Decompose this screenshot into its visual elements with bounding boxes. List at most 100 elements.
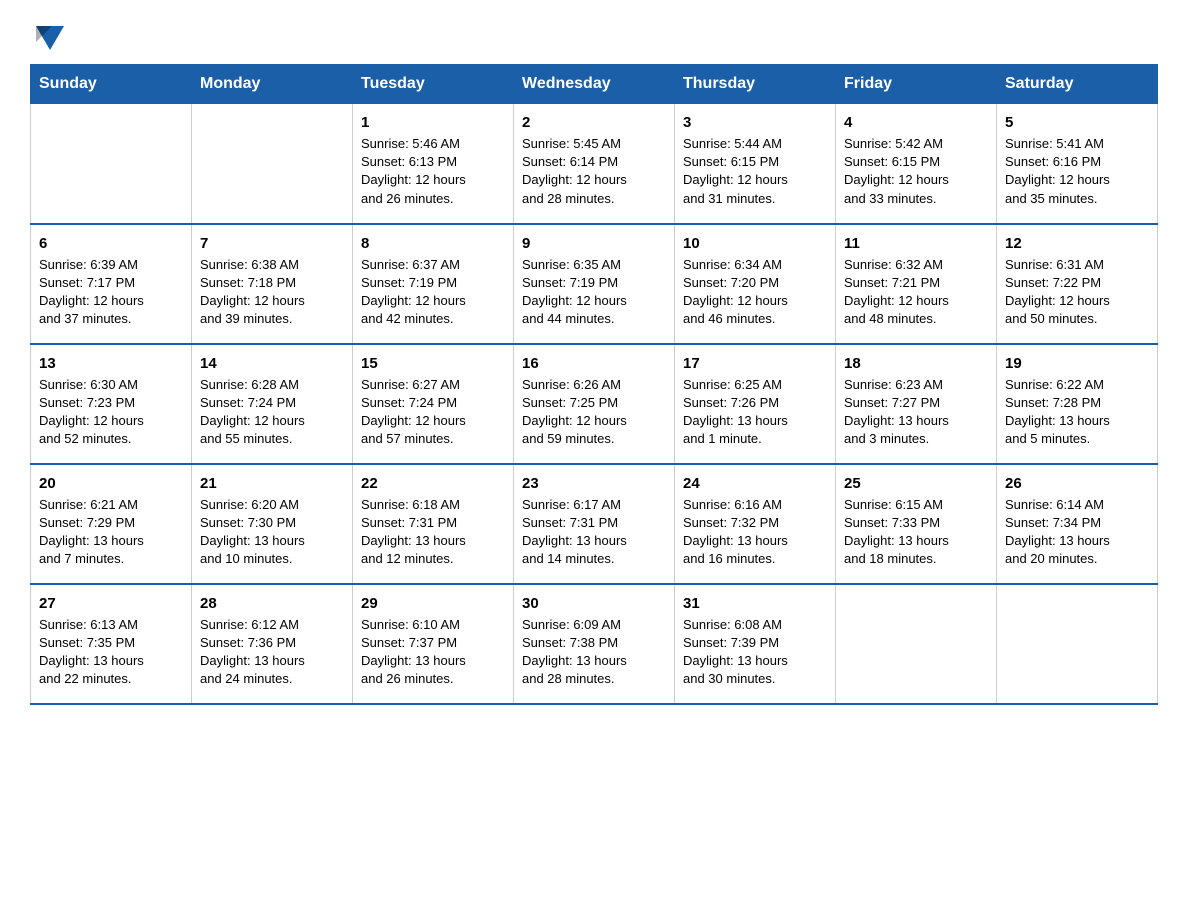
day-number: 17 [683,353,827,374]
day-number: 18 [844,353,988,374]
day-info: Sunrise: 6:35 AMSunset: 7:19 PMDaylight:… [522,256,666,329]
day-info: Sunrise: 6:20 AMSunset: 7:30 PMDaylight:… [200,496,344,569]
week-row-4: 20Sunrise: 6:21 AMSunset: 7:29 PMDayligh… [31,464,1158,584]
calendar-cell: 7Sunrise: 6:38 AMSunset: 7:18 PMDaylight… [192,224,353,344]
day-number: 31 [683,593,827,614]
calendar-cell [997,584,1158,704]
day-info: Sunrise: 6:08 AMSunset: 7:39 PMDaylight:… [683,616,827,689]
calendar-cell: 19Sunrise: 6:22 AMSunset: 7:28 PMDayligh… [997,344,1158,464]
calendar-table: SundayMondayTuesdayWednesdayThursdayFrid… [30,64,1158,705]
calendar-cell: 11Sunrise: 6:32 AMSunset: 7:21 PMDayligh… [836,224,997,344]
day-info: Sunrise: 6:30 AMSunset: 7:23 PMDaylight:… [39,376,183,449]
day-info: Sunrise: 6:38 AMSunset: 7:18 PMDaylight:… [200,256,344,329]
week-row-5: 27Sunrise: 6:13 AMSunset: 7:35 PMDayligh… [31,584,1158,704]
calendar-cell: 8Sunrise: 6:37 AMSunset: 7:19 PMDaylight… [353,224,514,344]
day-number: 4 [844,112,988,133]
day-info: Sunrise: 6:09 AMSunset: 7:38 PMDaylight:… [522,616,666,689]
header-friday: Friday [836,65,997,104]
week-row-2: 6Sunrise: 6:39 AMSunset: 7:17 PMDaylight… [31,224,1158,344]
day-number: 6 [39,233,183,254]
calendar-cell: 23Sunrise: 6:17 AMSunset: 7:31 PMDayligh… [514,464,675,584]
header-saturday: Saturday [997,65,1158,104]
calendar-cell: 29Sunrise: 6:10 AMSunset: 7:37 PMDayligh… [353,584,514,704]
calendar-header-row: SundayMondayTuesdayWednesdayThursdayFrid… [31,65,1158,104]
day-info: Sunrise: 6:27 AMSunset: 7:24 PMDaylight:… [361,376,505,449]
day-info: Sunrise: 6:22 AMSunset: 7:28 PMDaylight:… [1005,376,1149,449]
day-info: Sunrise: 5:44 AMSunset: 6:15 PMDaylight:… [683,135,827,208]
calendar-cell: 14Sunrise: 6:28 AMSunset: 7:24 PMDayligh… [192,344,353,464]
day-info: Sunrise: 5:45 AMSunset: 6:14 PMDaylight:… [522,135,666,208]
header-thursday: Thursday [675,65,836,104]
day-info: Sunrise: 6:23 AMSunset: 7:27 PMDaylight:… [844,376,988,449]
calendar-cell: 13Sunrise: 6:30 AMSunset: 7:23 PMDayligh… [31,344,192,464]
day-number: 27 [39,593,183,614]
day-info: Sunrise: 5:41 AMSunset: 6:16 PMDaylight:… [1005,135,1149,208]
calendar-cell [31,104,192,224]
calendar-cell: 1Sunrise: 5:46 AMSunset: 6:13 PMDaylight… [353,104,514,224]
day-number: 19 [1005,353,1149,374]
day-number: 25 [844,473,988,494]
day-info: Sunrise: 6:12 AMSunset: 7:36 PMDaylight:… [200,616,344,689]
day-info: Sunrise: 5:46 AMSunset: 6:13 PMDaylight:… [361,135,505,208]
logo [30,20,68,54]
day-number: 23 [522,473,666,494]
calendar-cell: 27Sunrise: 6:13 AMSunset: 7:35 PMDayligh… [31,584,192,704]
calendar-cell: 4Sunrise: 5:42 AMSunset: 6:15 PMDaylight… [836,104,997,224]
day-number: 21 [200,473,344,494]
day-number: 29 [361,593,505,614]
day-info: Sunrise: 6:31 AMSunset: 7:22 PMDaylight:… [1005,256,1149,329]
day-number: 5 [1005,112,1149,133]
calendar-cell: 26Sunrise: 6:14 AMSunset: 7:34 PMDayligh… [997,464,1158,584]
calendar-cell: 31Sunrise: 6:08 AMSunset: 7:39 PMDayligh… [675,584,836,704]
header-sunday: Sunday [31,65,192,104]
calendar-cell [836,584,997,704]
day-info: Sunrise: 6:39 AMSunset: 7:17 PMDaylight:… [39,256,183,329]
day-number: 14 [200,353,344,374]
day-info: Sunrise: 5:42 AMSunset: 6:15 PMDaylight:… [844,135,988,208]
day-info: Sunrise: 6:10 AMSunset: 7:37 PMDaylight:… [361,616,505,689]
day-info: Sunrise: 6:16 AMSunset: 7:32 PMDaylight:… [683,496,827,569]
calendar-cell: 15Sunrise: 6:27 AMSunset: 7:24 PMDayligh… [353,344,514,464]
calendar-cell: 6Sunrise: 6:39 AMSunset: 7:17 PMDaylight… [31,224,192,344]
calendar-cell: 12Sunrise: 6:31 AMSunset: 7:22 PMDayligh… [997,224,1158,344]
calendar-cell: 3Sunrise: 5:44 AMSunset: 6:15 PMDaylight… [675,104,836,224]
calendar-cell: 9Sunrise: 6:35 AMSunset: 7:19 PMDaylight… [514,224,675,344]
calendar-cell: 10Sunrise: 6:34 AMSunset: 7:20 PMDayligh… [675,224,836,344]
day-number: 16 [522,353,666,374]
page-header [30,20,1158,54]
day-number: 28 [200,593,344,614]
day-number: 11 [844,233,988,254]
day-number: 3 [683,112,827,133]
day-info: Sunrise: 6:13 AMSunset: 7:35 PMDaylight:… [39,616,183,689]
day-info: Sunrise: 6:17 AMSunset: 7:31 PMDaylight:… [522,496,666,569]
day-number: 24 [683,473,827,494]
day-number: 15 [361,353,505,374]
calendar-cell: 24Sunrise: 6:16 AMSunset: 7:32 PMDayligh… [675,464,836,584]
calendar-cell: 28Sunrise: 6:12 AMSunset: 7:36 PMDayligh… [192,584,353,704]
day-info: Sunrise: 6:14 AMSunset: 7:34 PMDaylight:… [1005,496,1149,569]
calendar-cell: 22Sunrise: 6:18 AMSunset: 7:31 PMDayligh… [353,464,514,584]
day-number: 7 [200,233,344,254]
day-info: Sunrise: 6:32 AMSunset: 7:21 PMDaylight:… [844,256,988,329]
day-number: 26 [1005,473,1149,494]
day-number: 30 [522,593,666,614]
day-number: 10 [683,233,827,254]
day-info: Sunrise: 6:25 AMSunset: 7:26 PMDaylight:… [683,376,827,449]
week-row-1: 1Sunrise: 5:46 AMSunset: 6:13 PMDaylight… [31,104,1158,224]
day-info: Sunrise: 6:15 AMSunset: 7:33 PMDaylight:… [844,496,988,569]
day-number: 1 [361,112,505,133]
day-number: 9 [522,233,666,254]
day-info: Sunrise: 6:37 AMSunset: 7:19 PMDaylight:… [361,256,505,329]
day-number: 8 [361,233,505,254]
day-number: 22 [361,473,505,494]
day-info: Sunrise: 6:28 AMSunset: 7:24 PMDaylight:… [200,376,344,449]
day-info: Sunrise: 6:21 AMSunset: 7:29 PMDaylight:… [39,496,183,569]
calendar-cell: 2Sunrise: 5:45 AMSunset: 6:14 PMDaylight… [514,104,675,224]
week-row-3: 13Sunrise: 6:30 AMSunset: 7:23 PMDayligh… [31,344,1158,464]
calendar-cell: 20Sunrise: 6:21 AMSunset: 7:29 PMDayligh… [31,464,192,584]
calendar-cell: 25Sunrise: 6:15 AMSunset: 7:33 PMDayligh… [836,464,997,584]
header-monday: Monday [192,65,353,104]
day-info: Sunrise: 6:26 AMSunset: 7:25 PMDaylight:… [522,376,666,449]
day-number: 2 [522,112,666,133]
day-number: 20 [39,473,183,494]
